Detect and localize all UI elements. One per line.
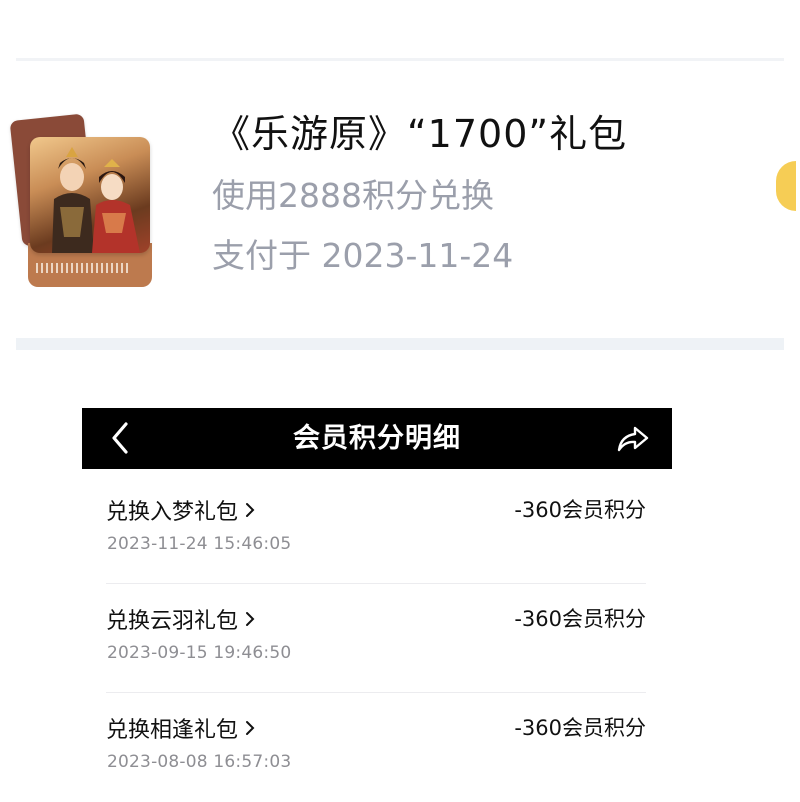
drama-poster-image [30,137,150,253]
points-record-row[interactable]: 兑换云羽礼包 -360会员积分 2023-09-15 19:46:50 [106,584,646,693]
order-title: 《乐游原》“1700”礼包 [212,112,628,156]
share-icon[interactable] [616,422,650,456]
navbar: 会员积分明细 [82,408,672,469]
chevron-right-icon [246,721,255,735]
order-exchange-info: 使用2888积分兑换 [212,176,494,215]
points-record-row[interactable]: 兑换入梦礼包 -360会员积分 2023-11-24 15:46:05 [106,475,646,584]
poster-figures-illustration [52,147,140,253]
record-timestamp: 2023-11-24 15:46:05 [107,534,292,554]
record-title-text: 兑换相逢礼包 [106,718,239,743]
chevron-right-icon [246,503,255,517]
order-card[interactable]: 《乐游原》“1700”礼包 使用2888积分兑换 支付于 2023-11-24 [9,61,796,338]
gift-pack-thumbnail [9,113,156,313]
record-title: 兑换相逢礼包 [106,712,255,744]
points-record-row[interactable]: 兑换相逢礼包 -360会员积分 2023-08-08 16:57:03 [106,693,646,802]
coin-icon [776,161,796,211]
record-timestamp: 2023-09-15 19:46:50 [107,643,292,663]
record-timestamp: 2023-08-08 16:57:03 [107,752,292,772]
record-title: 兑换云羽礼包 [106,603,255,635]
thumbnail-barcode [36,263,130,273]
chevron-right-icon [246,612,255,626]
record-title-text: 兑换云羽礼包 [106,609,239,634]
page-title: 会员积分明细 [293,423,461,454]
record-points: -360会员积分 [514,607,646,631]
record-title: 兑换入梦礼包 [106,494,255,526]
record-points: -360会员积分 [514,498,646,522]
record-title-text: 兑换入梦礼包 [106,500,239,525]
record-points: -360会员积分 [514,716,646,740]
order-paid-date: 支付于 2023-11-24 [212,236,514,275]
section-divider [16,338,784,350]
